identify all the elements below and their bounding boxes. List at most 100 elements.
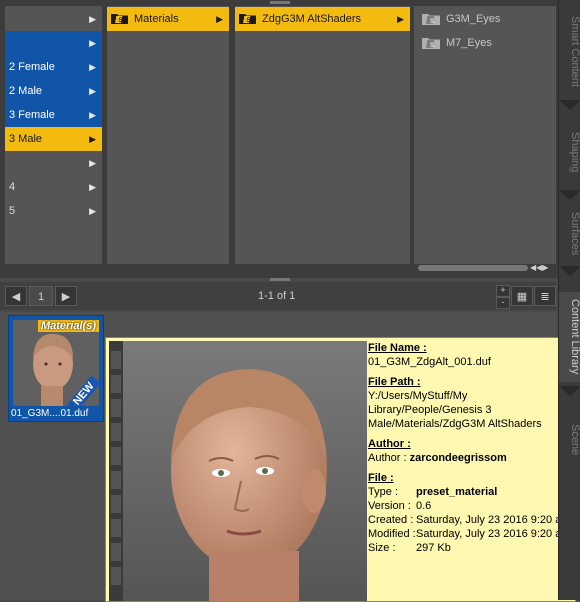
size-value: 297 Kb: [416, 542, 451, 554]
folder-item-m7-eyes[interactable]: S M7_Eyes: [414, 31, 556, 55]
file-heading: File :: [368, 472, 394, 484]
smart-folder-icon: S: [422, 13, 440, 25]
smart-folder-icon: S: [239, 14, 256, 25]
tooltip-preview-image: [109, 341, 367, 601]
list-view-icon[interactable]: ≣: [534, 286, 556, 306]
folder-item-4[interactable]: 4 ▶: [5, 175, 102, 199]
top-splitter-handle[interactable]: [270, 1, 290, 4]
folder-item-3-male[interactable]: 3 Male ▶: [5, 127, 102, 151]
folder-item-materials[interactable]: S Materials ▶: [107, 7, 229, 31]
horizontal-scrollbar[interactable]: [418, 265, 528, 271]
folder-item-label: ZdgG3M AltShaders: [262, 13, 362, 25]
version-value: 0.6: [416, 500, 432, 512]
smart-folder-icon: S: [422, 37, 440, 49]
tab-divider: [559, 190, 580, 200]
tab-divider: [559, 100, 580, 110]
created-key: Created :: [368, 514, 414, 526]
scroll-arrows-icon[interactable]: ◀◀▶: [530, 264, 554, 272]
modified-value: Saturday, July 23 2016 9:20 am: [416, 528, 571, 540]
folder-item-label: G3M_Eyes: [446, 13, 501, 25]
tab-surfaces[interactable]: Surfaces: [559, 206, 580, 261]
svg-text:S: S: [430, 19, 434, 25]
file-name-value: 01_G3M_ZdgAlt_001.duf: [368, 356, 491, 368]
folder-item-1[interactable]: ▶: [5, 7, 102, 31]
folder-item-2[interactable]: ▶: [5, 31, 102, 55]
thumbnail-caption: 01_G3M....01.duf: [11, 408, 89, 419]
tab-divider: [559, 386, 580, 396]
page-number-value: 1: [37, 291, 45, 303]
svg-text:S: S: [119, 18, 123, 24]
zoom-in-button[interactable]: +: [496, 285, 510, 297]
tab-scene[interactable]: Scene: [559, 410, 580, 470]
author-key: Author :: [368, 452, 407, 464]
folder-column-1: ▶ ▶ 2 Female ▶ 2 Male ▶ 3 Female ▶ 3 Male ▶ …: [5, 6, 102, 264]
tab-shaping[interactable]: Shaping: [559, 122, 580, 182]
expand-arrow-icon: ▶: [397, 14, 404, 24]
version-key: Version :: [368, 500, 411, 512]
folder-column-4: S G3M_Eyes S M7_Eyes: [414, 6, 556, 264]
asset-tooltip: File Name : 01_G3M_ZdgAlt_001.duf File P…: [105, 337, 576, 602]
folder-item-label: Materials: [134, 13, 179, 25]
smart-folder-icon: S: [111, 14, 128, 25]
folder-item-label: 5: [9, 205, 16, 217]
folder-browser: ▶ ▶ 2 Female ▶ 2 Male ▶ 3 Female ▶ 3 Male ▶ …: [0, 0, 558, 278]
folder-column-3: S ZdgG3M AltShaders ▶: [235, 6, 410, 264]
middle-splitter-handle[interactable]: [270, 278, 290, 281]
size-key: Size :: [368, 542, 396, 554]
folder-column-2: S Materials ▶: [107, 6, 229, 264]
head-render-icon: [109, 341, 367, 601]
folder-item-label: 4: [9, 181, 16, 193]
previous-page-button[interactable]: ◀: [5, 286, 27, 306]
author-value: zarcondeegrissom: [409, 452, 507, 464]
zoom-out-button[interactable]: -: [496, 297, 510, 309]
folder-item-3-female[interactable]: 3 Female ▶: [5, 103, 102, 127]
file-path-line-3: Male/Materials/ZdgG3M AltShaders: [368, 418, 542, 430]
folder-item-label: 2 Male: [9, 85, 43, 97]
svg-text:S: S: [247, 18, 251, 24]
expand-arrow-icon: ▶: [89, 110, 96, 120]
folder-item-label: 3 Male: [9, 133, 43, 145]
size-row: Size : 297 Kb: [368, 541, 573, 555]
folder-item-7[interactable]: ▶: [5, 151, 102, 175]
pagination-toolbar: ◀ 1 ▶ 1-1 of 1 + - ▦ ≣: [0, 282, 556, 310]
folder-item-5[interactable]: 5 ▶: [5, 199, 102, 223]
type-row: Type : preset_material: [368, 485, 573, 499]
type-key: Type :: [368, 486, 398, 498]
folder-item-2-male[interactable]: 2 Male ▶: [5, 79, 102, 103]
material-badge: Material(s): [37, 320, 99, 332]
created-value: Saturday, July 23 2016 9:20 am: [416, 514, 571, 526]
tab-divider: [559, 266, 580, 276]
tooltip-details: File Name : 01_G3M_ZdgAlt_001.duf File P…: [368, 341, 573, 555]
version-row: Version : 0.6: [368, 499, 573, 513]
expand-arrow-icon: ▶: [89, 182, 96, 192]
expand-arrow-icon: ▶: [89, 158, 96, 168]
file-path-line-2: Library/People/Genesis 3: [368, 404, 492, 416]
folder-item-g3m-eyes[interactable]: S G3M_Eyes: [414, 7, 556, 31]
file-name-heading: File Name :: [368, 342, 427, 354]
folder-item-label: M7_Eyes: [446, 37, 492, 49]
expand-arrow-icon: ▶: [89, 38, 96, 48]
folder-item-zdgg3m-altshaders[interactable]: S ZdgG3M AltShaders ▶: [235, 7, 410, 31]
expand-arrow-icon: ▶: [216, 14, 223, 24]
folder-item-2-female[interactable]: 2 Female ▶: [5, 55, 102, 79]
modified-key: Modified :: [368, 528, 416, 540]
tab-content-library[interactable]: Content Library: [559, 292, 580, 382]
tab-smart-content[interactable]: Smart Content: [559, 6, 580, 96]
file-path-line-1: Y:/Users/MyStuff/My: [368, 390, 468, 402]
author-heading: Author :: [368, 438, 411, 450]
next-page-button[interactable]: ▶: [55, 286, 77, 306]
page-count-label: 1-1 of 1: [258, 290, 296, 302]
expand-arrow-icon: ▶: [89, 62, 96, 72]
file-path-heading: File Path :: [368, 376, 421, 388]
grid-view-icon[interactable]: ▦: [511, 286, 533, 306]
svg-text:S: S: [430, 43, 434, 49]
expand-arrow-icon: ▶: [89, 14, 96, 24]
side-tab-bar: Smart Content Shaping Surfaces Content L…: [558, 0, 580, 600]
page-number-field[interactable]: 1: [29, 286, 53, 306]
type-value: preset_material: [416, 486, 498, 498]
asset-thumbnail[interactable]: Material(s) NEW 01_G3M....01.duf: [8, 315, 104, 422]
expand-arrow-icon: ▶: [89, 206, 96, 216]
folder-item-label: 2 Female: [9, 61, 55, 73]
thumbnail-image: Material(s) NEW: [13, 320, 99, 406]
modified-row: Modified :Saturday, July 23 2016 9:20 am: [368, 527, 573, 541]
